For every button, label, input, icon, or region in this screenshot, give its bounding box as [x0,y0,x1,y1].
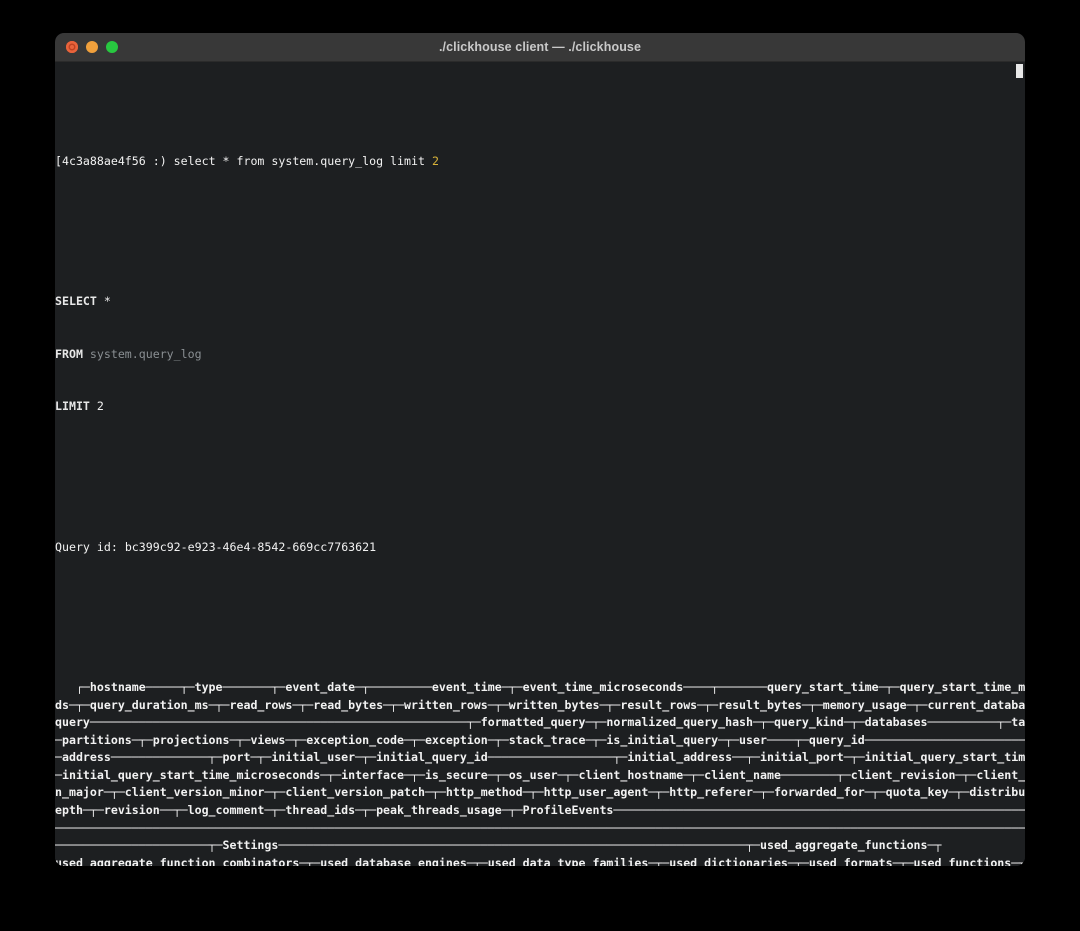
terminal-window: ./clickhouse client — ./clickhouse [4c3a… [55,33,1025,866]
terminal-output-area[interactable]: [4c3a88ae4f56 :) select * from system.qu… [55,62,1025,866]
sql-keyword-from: FROM [55,347,83,361]
close-window-button[interactable] [66,41,78,53]
header-line-8: ────────────────────────────────────────… [55,820,1021,838]
sql-from-arg: system.query_log [83,347,202,361]
result-table-header: ┌─hostname─────┬─type───────┬─event_date… [55,679,1021,866]
prompt-host: [4c3a88ae4f56 :) [55,154,174,168]
window-controls [55,41,118,53]
maximize-window-button[interactable] [106,41,118,53]
sql-select-arg: * [97,294,111,308]
header-line-9: ──────────────────────┬─Settings────────… [55,837,1021,855]
prompt-line: [4c3a88ae4f56 :) select * from system.qu… [55,153,1021,171]
header-line-5: ─initial_query_start_time_microseconds─┬… [55,767,1021,785]
header-line-1: ds─┬─query_duration_ms─┬─read_rows─┬─rea… [55,697,1021,715]
prompt-command: select * from system.query_log limit [174,154,432,168]
header-line-10: used_aggregate_function_combinators─┬─us… [55,855,1021,866]
window-title: ./clickhouse client — ./clickhouse [55,40,1025,54]
header-line-7: epth─┬─revision──┬─log_comment─┬─thread_… [55,802,1021,820]
echo-limit-line: LIMIT 2 [55,398,1021,416]
spacer-line-2 [55,469,1021,487]
minimize-window-button[interactable] [86,41,98,53]
window-titlebar[interactable]: ./clickhouse client — ./clickhouse [55,33,1025,62]
prompt-command-limit-number: 2 [432,154,439,168]
query-id-label: Query id: [55,540,125,554]
sql-keyword-limit: LIMIT [55,399,90,413]
terminal-cursor [1016,64,1023,78]
header-line-6: n_major─┬─client_version_minor─┬─client_… [55,784,1021,802]
query-id-value: bc399c92-e923-46e4-8542-669cc7763621 [125,540,376,554]
sql-keyword-select: SELECT [55,294,97,308]
sql-limit-arg: 2 [90,399,104,413]
spacer-line-3 [55,609,1021,627]
header-line-4: ─address──────────────┬─port─┬─initial_u… [55,749,1021,767]
spacer-line [55,223,1021,241]
echo-from-line: FROM system.query_log [55,346,1021,364]
header-line-0: ┌─hostname─────┬─type───────┬─event_date… [55,679,1021,697]
header-line-3: ─partitions─┬─projections─┬─views─┬─exce… [55,732,1021,750]
header-line-2: query───────────────────────────────────… [55,714,1021,732]
query-id-line: Query id: bc399c92-e923-46e4-8542-669cc7… [55,539,1021,557]
echo-select-line: SELECT * [55,293,1021,311]
